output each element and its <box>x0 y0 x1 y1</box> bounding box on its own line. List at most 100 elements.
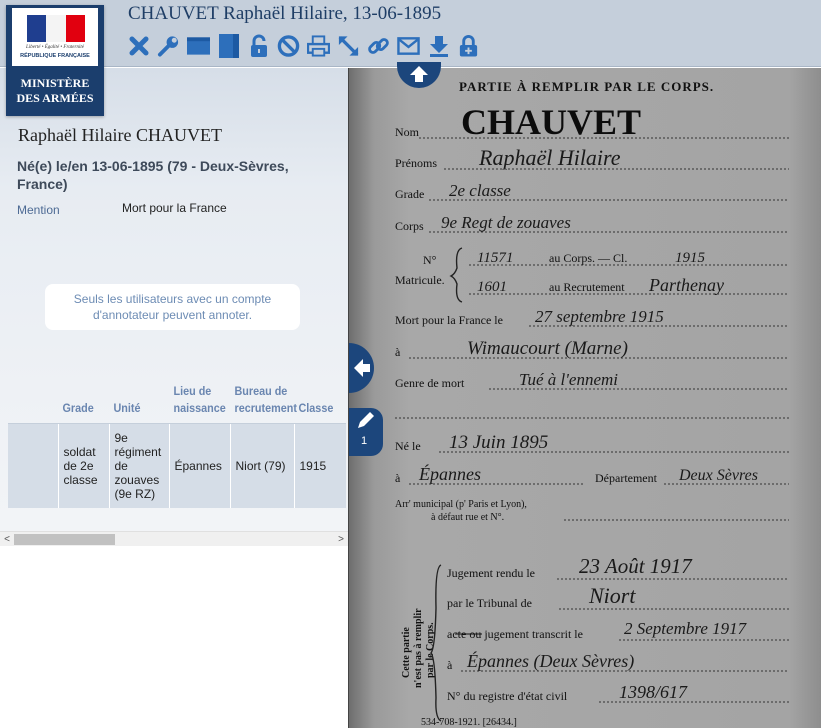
scroll-left-arrow-icon[interactable]: < <box>0 532 14 547</box>
arrow-left-icon <box>354 359 370 377</box>
mention-label: Mention <box>17 203 60 217</box>
card-side-label-1: Cette partie <box>401 627 412 678</box>
table-cell <box>8 423 58 508</box>
logo-ministry-line-1: MINISTÈRE <box>20 76 90 90</box>
card-ne-value: 13 Juin 1895 <box>449 432 548 453</box>
annotation-button[interactable]: 1 <box>349 408 383 456</box>
table-cell-recruitment-office: Niort (79) <box>229 423 294 508</box>
card-prenoms-label: Prénoms <box>395 156 437 170</box>
mail-icon[interactable] <box>397 33 420 59</box>
card-recrutement-value: Parthenay <box>648 275 724 295</box>
logo-ministry-line-2: DES ARMÉES <box>16 91 94 105</box>
scrollbar-thumb[interactable] <box>14 534 115 545</box>
service-table: Grade Unité Lieu de naissance Bureau de … <box>8 383 346 508</box>
table-cell-unit: 9e régiment de zouaves (9e RZ) <box>108 423 169 508</box>
card-matricule-label: Matricule. <box>395 273 445 287</box>
card-footer: 534-708-1921. [26434.] <box>421 717 517 728</box>
collapse-panel-button[interactable] <box>349 343 374 393</box>
card-heading: PARTIE À REMPLIR PAR LE CORPS. <box>459 79 714 94</box>
card-arr-label: Arr' municipal (p' Paris et Lyon), <box>395 499 527 510</box>
logo-republic: RÉPUBLIQUE FRANÇAISE <box>20 53 90 59</box>
card-jugement-value: 23 Août 1917 <box>579 554 693 578</box>
card-grade-label: Grade <box>395 187 424 201</box>
marianne-logo-block: Liberté • Égalité • Fraternité RÉPUBLIQU… <box>12 8 98 66</box>
table-header-row: Grade Unité Lieu de naissance Bureau de … <box>8 383 346 424</box>
resize-icon[interactable] <box>337 33 360 59</box>
column-header-class[interactable]: Classe <box>294 383 341 424</box>
table-cell-grade: soldat de 2e classe <box>57 423 109 508</box>
card-registre-label: N° du registre d'état civil <box>447 689 568 703</box>
column-header <box>8 383 53 424</box>
french-flag-icon <box>27 15 85 42</box>
card-au-corps-label: au Corps. — Cl. <box>549 251 627 265</box>
card-mort-value: 27 septembre 1915 <box>535 307 664 326</box>
top-bar: CHAUVET Raphaël Hilaire, 13-06-1895 <box>0 0 821 67</box>
lock-icon[interactable] <box>247 33 270 59</box>
person-name: Raphaël Hilaire CHAUVET <box>18 125 222 145</box>
card-lieu-deces-value: Wimaucourt (Marne) <box>467 338 628 359</box>
forbidden-icon[interactable] <box>277 33 300 59</box>
wrench-icon[interactable] <box>157 33 180 59</box>
birth-info: Né(e) le/en 13-06-1895 (79 - Deux-Sèvres… <box>17 158 289 192</box>
card-genre-value: Tué à l'ennemi <box>519 370 618 389</box>
card-jugement-label: Jugement rendu le <box>447 566 535 580</box>
scroll-right-arrow-icon[interactable]: > <box>334 532 348 547</box>
card-tribunal-label: par le Tribunal de <box>447 596 532 610</box>
card-nom-label: Nom <box>395 125 420 139</box>
card-transcrit-a-label: à <box>447 658 453 672</box>
link-icon[interactable] <box>367 33 390 59</box>
card-genre-label: Genre de mort <box>395 376 465 390</box>
download-icon[interactable] <box>427 33 450 59</box>
column-header-birthplace[interactable]: Lieu de naissance <box>169 383 226 424</box>
logo-motto: Liberté • Égalité • Fraternité <box>26 45 84 50</box>
card-prenoms-value: Raphaël Hilaire <box>478 145 621 170</box>
card-corps-value: 9e Regt de zouaves <box>441 213 571 232</box>
toolbar <box>127 32 487 60</box>
ministry-logo[interactable]: Liberté • Égalité • Fraternité RÉPUBLIQU… <box>6 5 104 116</box>
close-icon[interactable] <box>127 33 150 59</box>
card-arr-label-2: à défaut rue et N°. <box>431 512 504 523</box>
annotation-count: 1 <box>361 435 368 447</box>
card-side-label: Cette partie n'est pas à remplir par le … <box>401 608 436 688</box>
page-title: CHAUVET Raphaël Hilaire, 13-06-1895 <box>128 3 442 24</box>
table-row[interactable]: soldat de 2e classe 9e régiment de zouav… <box>8 423 346 508</box>
card-matricule-recrutement: 1601 <box>477 279 507 295</box>
table-cell-birthplace: Épannes <box>168 423 230 508</box>
card-side-label-2: n'est pas à remplir <box>413 608 424 688</box>
card-registre-value: 1398/617 <box>619 682 688 702</box>
column-header-grade[interactable]: Grade <box>58 383 104 424</box>
card-corps-label: Corps <box>395 219 424 233</box>
add-lock-icon[interactable] <box>457 33 480 59</box>
card-au-recrutement-label: au Recrutement <box>549 280 625 294</box>
column-header-recruitment-office[interactable]: Bureau de recrutement <box>230 383 297 424</box>
card-departement-value: Deux Sèvres <box>678 467 758 484</box>
card-ne-label: Né le <box>395 439 421 453</box>
print-icon[interactable] <box>307 33 330 59</box>
annotator-notice: Seuls les utilisateurs avec un compte d'… <box>45 284 300 330</box>
card-tribunal-value: Niort <box>588 583 636 608</box>
scanned-record-card: PARTIE À REMPLIR PAR LE CORPS. Nom CHAUV… <box>349 68 821 728</box>
card-matricule-corps: 11571 <box>477 250 513 266</box>
layout-vertical-icon[interactable] <box>217 33 240 59</box>
horizontal-scrollbar[interactable]: < > <box>0 531 348 546</box>
panel-blank-area <box>0 546 348 728</box>
document-viewer[interactable]: PARTIE À REMPLIR PAR LE CORPS. Nom CHAUV… <box>348 68 821 728</box>
column-header-unit[interactable]: Unité <box>109 383 163 424</box>
card-nom-value: CHAUVET <box>461 102 641 142</box>
scroll-up-button[interactable] <box>397 62 441 88</box>
mention-value: Mort pour la France <box>122 201 227 215</box>
card-bracket <box>449 247 463 303</box>
card-transcrit-value: 2 Septembre 1917 <box>624 619 748 638</box>
card-mort-label: Mort pour la France le <box>395 313 503 327</box>
layout-horizontal-icon[interactable] <box>187 33 210 59</box>
table-cell-class: 1915 <box>293 423 346 508</box>
card-ne-lieu-value: Épannes <box>418 463 481 484</box>
card-departement-label: Département <box>595 471 658 485</box>
card-ne-a-label: à <box>395 471 401 485</box>
arrow-up-icon <box>410 66 428 82</box>
card-transcrit-lieu-value: Épannes (Deux Sèvres) <box>466 650 634 672</box>
logo-ministry-name: MINISTÈRE DES ARMÉES <box>6 76 104 106</box>
card-grade-value: 2e classe <box>449 181 511 200</box>
card-a-label: à <box>395 345 401 359</box>
pencil-icon <box>358 412 374 428</box>
